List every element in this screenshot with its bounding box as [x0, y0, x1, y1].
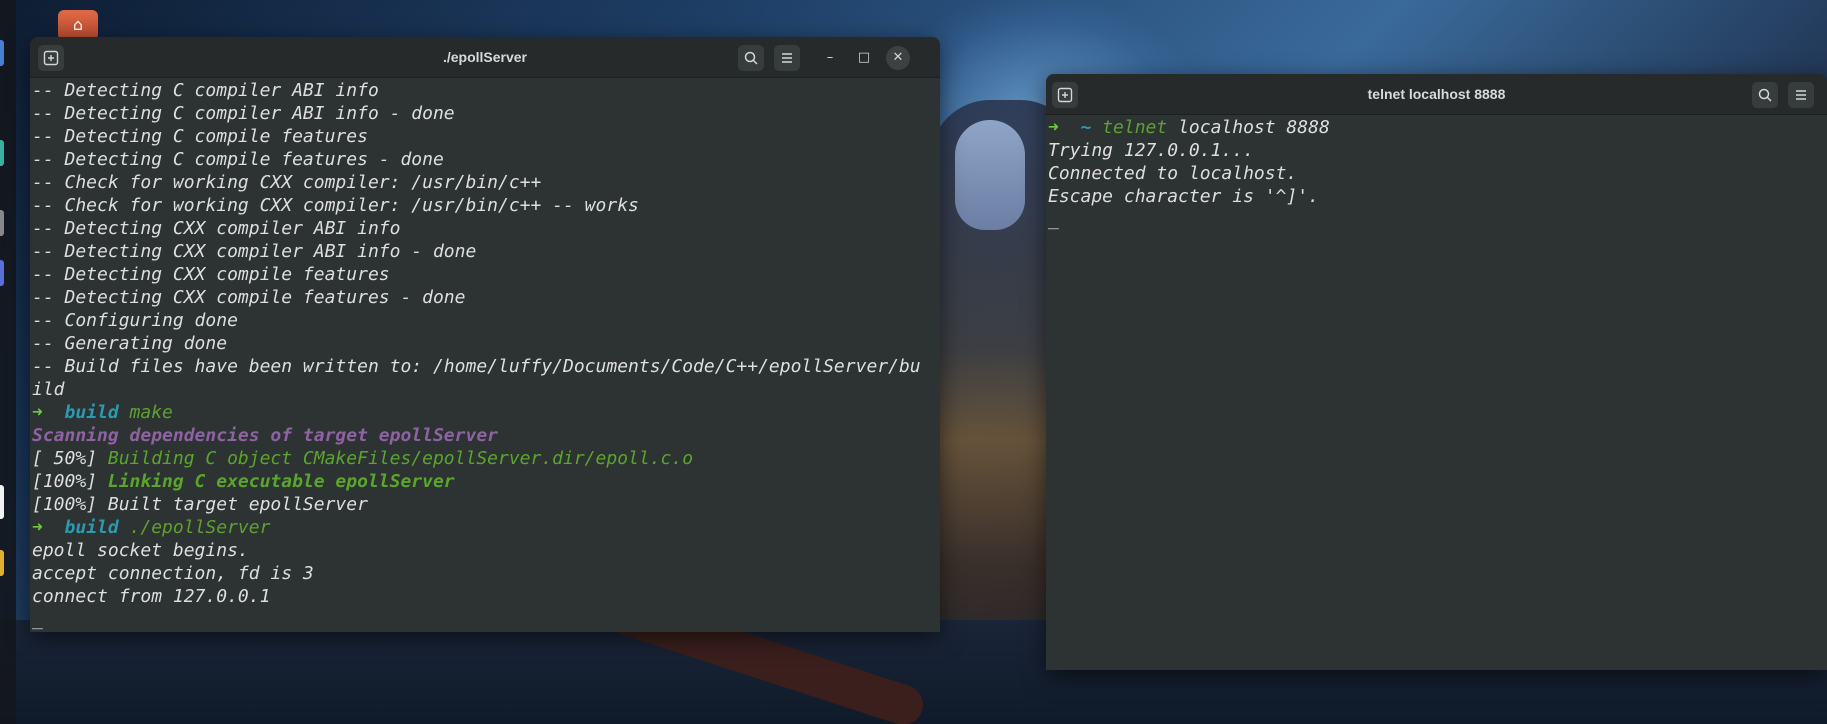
terminal-text-segment: epoll socket begins.: [32, 540, 249, 561]
terminal-text-segment: -- Detecting C compiler ABI info - done: [32, 103, 455, 124]
terminal-window-epollserver[interactable]: ./epollServer – □ ✕ -- Detecting C compi…: [30, 37, 940, 632]
terminal-line: -- Detecting C compile features: [32, 125, 940, 148]
dock-item-terminal[interactable]: [0, 485, 4, 519]
dock-item-app5[interactable]: [0, 550, 4, 576]
terminal-line: [100%] Built target epollServer: [32, 493, 940, 516]
minimize-button[interactable]: –: [818, 46, 842, 70]
terminal-text-segment: ild: [32, 379, 65, 400]
terminal-line: accept connection, fd is 3: [32, 562, 940, 585]
terminal-text-segment: ➜: [32, 402, 65, 423]
terminal-line: [100%] Linking C executable epollServer: [32, 470, 940, 493]
terminal-line: Trying 127.0.0.1...: [1048, 139, 1827, 162]
dock: [0, 0, 16, 724]
terminal-line: ➜ ~ telnet localhost 8888: [1048, 116, 1827, 139]
wallpaper-face: [955, 120, 1025, 230]
terminal-line: -- Detecting C compiler ABI info - done: [32, 102, 940, 125]
terminal-line: [ 50%] Building C object CMakeFiles/epol…: [32, 447, 940, 470]
hamburger-menu-icon[interactable]: [774, 45, 800, 71]
terminal-line: -- Check for working CXX compiler: /usr/…: [32, 194, 940, 217]
window-title: ./epollServer: [442, 49, 528, 65]
terminal-text-segment: ➜: [32, 517, 65, 538]
terminal-output[interactable]: ➜ ~ telnet localhost 8888 Trying 127.0.0.…: [1046, 115, 1827, 231]
terminal-line: -- Detecting CXX compile features: [32, 263, 940, 286]
terminal-text-segment: localhost 8888: [1178, 117, 1330, 138]
terminal-text-segment: -- Generating done: [32, 333, 228, 354]
window-title: telnet localhost 8888: [1367, 86, 1506, 102]
terminal-text-segment: connect from 127.0.0.1: [32, 586, 271, 607]
terminal-line: -- Check for working CXX compiler: /usr/…: [32, 171, 940, 194]
terminal-text-segment: -- Detecting C compiler ABI info: [32, 80, 379, 101]
titlebar[interactable]: ./epollServer – □ ✕: [30, 37, 940, 78]
titlebar[interactable]: telnet localhost 8888: [1046, 74, 1827, 115]
terminal-text-segment: -- Check for working CXX compiler: /usr/…: [32, 195, 639, 216]
terminal-text-segment: Trying 127.0.0.1...: [1048, 140, 1254, 161]
terminal-line: Connected to localhost.: [1048, 162, 1827, 185]
terminal-text-segment: -- Configuring done: [32, 310, 238, 331]
terminal-window-telnet[interactable]: telnet localhost 8888 ➜ ~ telnet localho…: [1046, 74, 1827, 670]
terminal-text-segment: [100%] Built target epollServer: [32, 494, 368, 515]
terminal-line: epoll socket begins.: [32, 539, 940, 562]
terminal-text-segment: -- Detecting C compile features - done: [32, 149, 444, 170]
dock-item-app2[interactable]: [0, 140, 4, 166]
terminal-line: -- Configuring done: [32, 309, 940, 332]
dock-item-app3[interactable]: [0, 210, 4, 236]
hamburger-menu-icon[interactable]: [1788, 82, 1814, 108]
terminal-line: -- Detecting CXX compiler ABI info - don…: [32, 240, 940, 263]
terminal-line: -- Generating done: [32, 332, 940, 355]
terminal-text-segment: ~: [1080, 117, 1103, 138]
terminal-text-segment: Linking C executable epollServer: [107, 471, 455, 492]
terminal-text-segment: Connected to localhost.: [1048, 163, 1298, 184]
terminal-line: -- Detecting C compiler ABI info: [32, 79, 940, 102]
terminal-line: -- Build files have been written to: /ho…: [32, 355, 940, 378]
terminal-text-segment: _: [1048, 209, 1059, 230]
terminal-text-segment: ./epollServer: [129, 517, 271, 538]
home-folder-icon[interactable]: ⌂: [58, 10, 98, 40]
terminal-text-segment: -- Detecting CXX compiler ABI info - don…: [32, 241, 477, 262]
terminal-text-segment: [100%]: [32, 471, 108, 492]
terminal-text-segment: ➜: [1048, 117, 1081, 138]
terminal-text-segment: -- Detecting C compile features: [32, 126, 368, 147]
terminal-output[interactable]: -- Detecting C compiler ABI info -- Detec…: [30, 78, 940, 631]
terminal-line: _: [32, 608, 940, 631]
terminal-text-segment: -- Detecting CXX compile features - done: [32, 287, 466, 308]
terminal-line: ➜ build ./epollServer: [32, 516, 940, 539]
terminal-text-segment: build: [64, 402, 130, 423]
terminal-text-segment: make: [129, 402, 173, 423]
dock-item-app4[interactable]: [0, 260, 4, 286]
terminal-line: -- Detecting CXX compiler ABI info: [32, 217, 940, 240]
terminal-line: connect from 127.0.0.1: [32, 585, 940, 608]
terminal-line: Scanning dependencies of target epollSer…: [32, 424, 940, 447]
terminal-line: Escape character is '^]'.: [1048, 185, 1827, 208]
terminal-line: ild: [32, 378, 940, 401]
terminal-line: -- Detecting C compile features - done: [32, 148, 940, 171]
terminal-text-segment: [ 50%]: [32, 448, 108, 469]
terminal-text-segment: -- Check for working CXX compiler: /usr/…: [32, 172, 542, 193]
terminal-text-segment: Scanning dependencies of target epollSer…: [32, 425, 498, 446]
terminal-text-segment: -- Detecting CXX compile features: [32, 264, 390, 285]
terminal-text-segment: build: [64, 517, 130, 538]
maximize-button[interactable]: □: [852, 46, 876, 70]
dock-item-app1[interactable]: [0, 40, 4, 66]
terminal-line: _: [1048, 208, 1827, 231]
terminal-text-segment: _: [32, 609, 43, 630]
search-icon[interactable]: [1752, 82, 1778, 108]
terminal-text-segment: accept connection, fd is 3: [32, 563, 314, 584]
terminal-text-segment: Building C object CMakeFiles/epollServer…: [107, 448, 694, 469]
terminal-text-segment: -- Detecting CXX compiler ABI info: [32, 218, 401, 239]
terminal-text-segment: Escape character is '^]'.: [1048, 186, 1319, 207]
terminal-line: ➜ build make: [32, 401, 940, 424]
close-button[interactable]: ✕: [886, 46, 910, 70]
terminal-text-segment: telnet: [1102, 117, 1179, 138]
terminal-text-segment: -- Build files have been written to: /ho…: [32, 356, 921, 377]
search-icon[interactable]: [738, 45, 764, 71]
terminal-line: -- Detecting CXX compile features - done: [32, 286, 940, 309]
